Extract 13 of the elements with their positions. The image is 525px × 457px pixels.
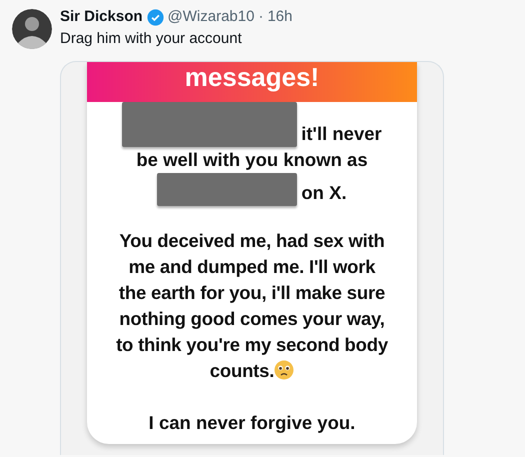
tweet-text: Drag him with your account (60, 28, 243, 48)
message-text: on X. (301, 180, 347, 204)
avatar[interactable] (12, 9, 52, 49)
author-name[interactable]: Sir Dickson (60, 6, 143, 28)
message-text: be well with you known as (136, 148, 368, 172)
separator-dot: · (258, 7, 264, 27)
timestamp[interactable]: 16h (267, 6, 292, 28)
header-title: messages! (184, 62, 320, 92)
message-text: it'll never (301, 122, 382, 146)
message-paragraph: You deceived me, had sex with me and dumped me. I'll work the earth for you, i'll make sure nothing good comes your way, to think you're my second body counts. (115, 228, 389, 382)
user-handle[interactable]: @Wizarab10 (168, 6, 254, 28)
closing-text: I can never forgive you. (148, 410, 356, 435)
media-frame[interactable] (60, 60, 444, 454)
